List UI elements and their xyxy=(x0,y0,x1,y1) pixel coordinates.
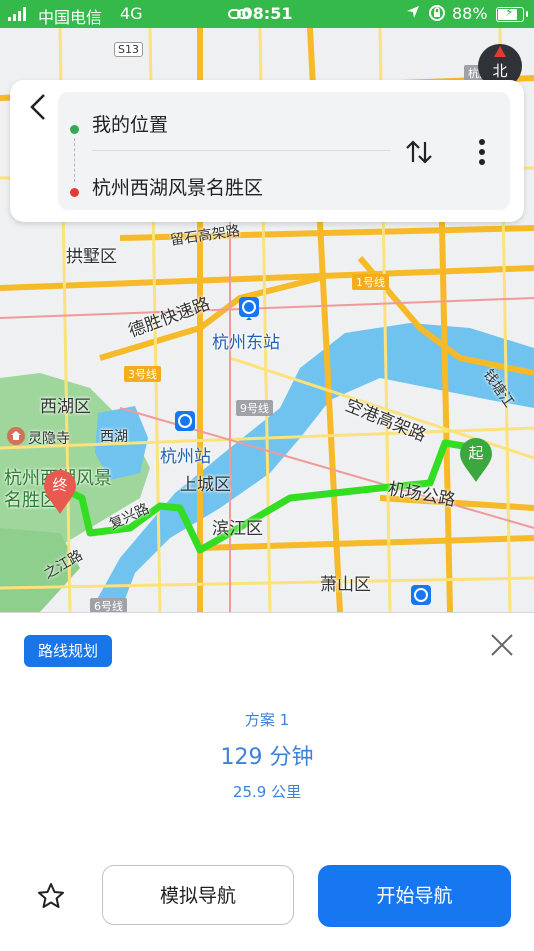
field-divider xyxy=(92,150,390,151)
map-label-metro-line3: 3号线 xyxy=(124,366,161,382)
destination-dot-icon xyxy=(70,188,79,197)
charging-bolt-icon: ⚡ xyxy=(505,5,514,19)
map-label-west-lake: 西湖 xyxy=(100,429,128,445)
start-navigation-button[interactable]: 开始导航 xyxy=(318,865,511,927)
origin-field[interactable]: 我的位置 xyxy=(92,110,168,137)
map-label-metro-line6: 6号线 xyxy=(90,598,127,612)
battery-icon: ⚡ xyxy=(496,5,528,22)
simulate-navigation-button[interactable]: 模拟导航 xyxy=(102,865,294,925)
back-icon[interactable] xyxy=(24,92,54,122)
map-label-hangzhou-station: 杭州站 xyxy=(160,447,211,467)
end-marker[interactable]: 终 xyxy=(42,468,78,516)
route-fields: 我的位置 杭州西湖风景名胜区 xyxy=(58,92,510,210)
plan-duration: 129 分钟 xyxy=(220,745,314,770)
route-connector xyxy=(74,138,75,182)
map-label-lingyin-temple: 灵隐寺 xyxy=(28,431,70,447)
close-icon[interactable] xyxy=(486,629,518,661)
origin-dot-icon xyxy=(70,125,79,134)
map-label-xihu-district: 西湖区 xyxy=(40,397,91,417)
route-plan-sheet: 路线规划 方案 1 129 分钟 25.9 公里 模拟导航 开始导航 xyxy=(0,612,534,951)
plan-name[interactable]: 方案 1 xyxy=(0,709,534,730)
map-label-s13: S13 xyxy=(114,42,143,57)
map-label-hangzhou-east-station: 杭州东站 xyxy=(212,333,280,353)
end-marker-label: 终 xyxy=(52,476,68,494)
favorite-star-icon[interactable] xyxy=(36,881,66,911)
battery-percent: 88% xyxy=(452,4,488,23)
map-label-metro-line1: 1号线 xyxy=(352,274,389,290)
route-planning-tag: 路线规划 xyxy=(24,635,113,667)
location-arrow-icon xyxy=(405,4,421,24)
map-label-binjiang-district: 滨江区 xyxy=(212,519,263,539)
start-marker-label: 起 xyxy=(468,444,484,462)
rotation-lock-icon xyxy=(428,4,446,26)
route-input-panel: 我的位置 杭州西湖风景名胜区 xyxy=(10,80,524,222)
swap-icon[interactable] xyxy=(403,136,435,168)
more-options-icon[interactable] xyxy=(470,134,494,170)
plan-distance: 25.9 公里 xyxy=(232,783,302,801)
compass-north-label: 北 xyxy=(492,62,508,80)
map-label-shangcheng-district: 上城区 xyxy=(180,475,231,495)
map-label-xiaoshan-district: 萧山区 xyxy=(320,575,371,595)
map-label-gongshu-district: 拱墅区 xyxy=(66,247,117,267)
map-label-metro-line9: 9号线 xyxy=(236,400,273,416)
status-bar: 中国电信 4G 08:51 88% ⚡ xyxy=(0,0,534,28)
start-marker[interactable]: 起 xyxy=(458,436,494,484)
destination-field[interactable]: 杭州西湖风景名胜区 xyxy=(92,173,263,200)
